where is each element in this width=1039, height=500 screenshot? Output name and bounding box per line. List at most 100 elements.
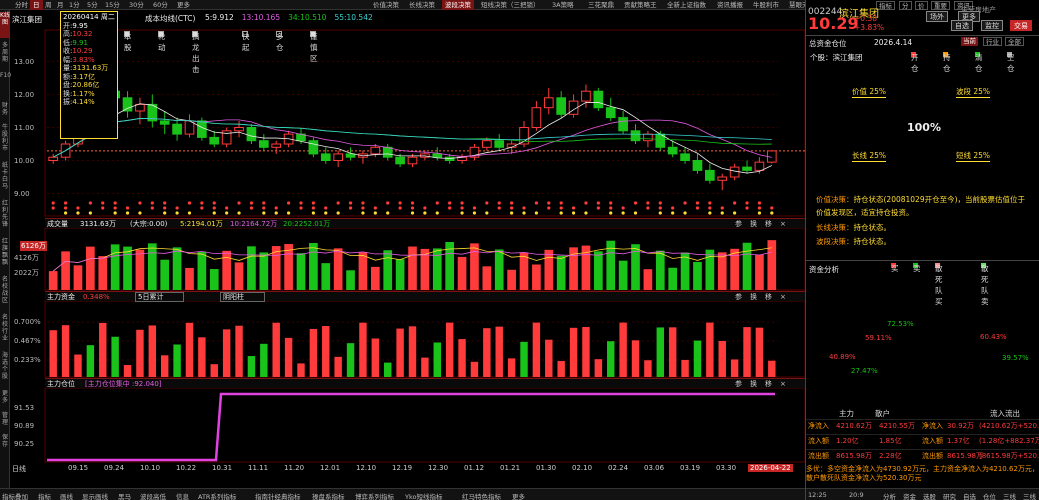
signal-dot	[361, 206, 365, 210]
status-item[interactable]: 20:9	[849, 491, 864, 499]
close-icon[interactable]: ×	[780, 293, 786, 301]
bottom-tool[interactable]: 博弈系列指标	[355, 491, 394, 500]
panel-tool[interactable]: 参	[735, 220, 742, 228]
bottom-tool[interactable]: 指标	[38, 491, 51, 500]
signal-dot	[448, 201, 452, 205]
period-tab[interactable]: 月	[54, 0, 67, 10]
ohlc-info-box: 20260414 周二 开:9.95 高:10.32 低:9.91 收:10.29 幅:3…	[60, 11, 118, 139]
bottom-tool[interactable]: 黑马	[118, 491, 131, 500]
panel-tool[interactable]: 移	[765, 220, 772, 228]
bottom-tool[interactable]: 红马特色指标	[462, 491, 501, 500]
bottom-tool[interactable]: 画线	[60, 491, 73, 500]
bottom-tool[interactable]: 指标叠加	[2, 491, 28, 500]
sidebar-item[interactable]: 财务	[0, 102, 10, 120]
date-label: 10.31	[212, 464, 233, 472]
period-tab[interactable]: 周	[42, 0, 55, 10]
candle-body	[258, 140, 269, 148]
bottom-tool[interactable]: 信息	[176, 491, 189, 500]
quote-button[interactable]: 监控	[981, 20, 1003, 31]
period-tab[interactable]: 分时	[12, 0, 31, 10]
sidebar-item[interactable]: 海选个股	[0, 352, 10, 386]
bottom-tool[interactable]: 波段高低	[140, 491, 166, 500]
panel-tool[interactable]: 换	[750, 380, 757, 388]
period-tab[interactable]: 1分	[66, 0, 83, 10]
indicator-name[interactable]: 成本均线(CTC)	[145, 13, 195, 24]
period-tab[interactable]: 日	[30, 0, 43, 10]
position-tab[interactable]: 当前	[961, 37, 978, 46]
fund-period-select[interactable]: 5日累计	[135, 292, 185, 302]
strategy-tab[interactable]: 短线决策（三把锁）	[478, 0, 543, 10]
panel-tool[interactable]: 移	[765, 293, 772, 301]
sidebar-item[interactable]: 管理	[0, 412, 10, 430]
status-item[interactable]: 仓位	[983, 491, 996, 500]
period-tab[interactable]: 更多	[174, 0, 193, 10]
axis-label: 90.25	[14, 440, 35, 448]
fund-bar	[607, 341, 615, 377]
axis-label: 0.233%	[14, 356, 41, 364]
sidebar-item[interactable]: 多周期	[0, 42, 10, 68]
bottom-tool[interactable]: 显示画线	[82, 491, 108, 500]
sidebar-item[interactable]: 红旗飘飘	[0, 238, 10, 272]
bottom-tool[interactable]: 指南针经典指标	[255, 491, 301, 500]
signal-dot	[658, 201, 662, 205]
status-item[interactable]: 分析	[883, 491, 896, 500]
info-key: 换:	[63, 89, 73, 98]
volume-tools[interactable]: 参换移 ×	[735, 219, 786, 229]
panel-tool[interactable]: 换	[750, 293, 757, 301]
period-tab[interactable]: 15分	[102, 0, 123, 10]
strategy-tab[interactable]: 3A策略	[549, 0, 577, 10]
sidebar-item[interactable]: 保存	[0, 434, 10, 452]
strategy-tab[interactable]: 牛股利市	[750, 0, 782, 10]
quote-tab[interactable]: 价	[915, 1, 928, 10]
status-item[interactable]: 资金	[903, 491, 916, 500]
period-tab[interactable]: 5分	[84, 0, 101, 10]
status-item[interactable]: 自选	[963, 491, 976, 500]
status-item[interactable]: 研究	[943, 491, 956, 500]
bottom-tool[interactable]: 更多	[512, 491, 525, 500]
period-tab[interactable]: 60分	[150, 0, 171, 10]
position-tools[interactable]: 参换移 ×	[735, 379, 786, 389]
status-item[interactable]: 三线	[1003, 491, 1016, 500]
panel-tool[interactable]: 参	[735, 293, 742, 301]
sidebar-item[interactable]: 更多	[0, 390, 10, 408]
position-tab[interactable]: 行业	[983, 37, 1002, 46]
status-item[interactable]: 三线盘	[1023, 491, 1039, 500]
sidebar-item[interactable]: 纸卡白马	[0, 162, 10, 196]
strategy-tab[interactable]: 全新上证指数	[664, 0, 709, 10]
strategy-tab[interactable]: 贡献策略王	[621, 0, 660, 10]
sidebar-item[interactable]: 红利先锋	[0, 200, 10, 234]
signal-dot	[510, 206, 514, 210]
fund-style-select[interactable]: 阴阳柱	[220, 292, 265, 302]
bottom-tool[interactable]: Yko短线指标	[405, 491, 442, 500]
fund-tools[interactable]: 参换移 ×	[735, 292, 786, 302]
panel-tool[interactable]: 移	[765, 380, 772, 388]
quote-button[interactable]: 交易	[1010, 20, 1032, 31]
quote-button[interactable]: 场外	[926, 11, 948, 22]
sidebar-item[interactable]: K线图	[0, 12, 10, 38]
strategy-tab[interactable]: 三花聚鼎	[585, 0, 617, 10]
panel-tool[interactable]: 参	[735, 380, 742, 388]
strategy-tab[interactable]: 波段决策	[442, 0, 474, 10]
quote-button[interactable]: 自选	[951, 20, 973, 31]
quote-tab[interactable]: 分	[899, 1, 912, 10]
sidebar-item[interactable]: 名校战区	[0, 276, 10, 310]
panel-tool[interactable]: 换	[750, 220, 757, 228]
strategy-tab[interactable]: 价值决策	[370, 0, 402, 10]
info-key: 振:	[63, 98, 73, 106]
period-tab[interactable]: 30分	[126, 0, 147, 10]
info-key: 收:	[63, 47, 73, 55]
bottom-tool[interactable]: ATR系列指标	[198, 491, 236, 500]
close-icon[interactable]: ×	[780, 220, 786, 228]
position-tab[interactable]: 全部	[1005, 37, 1024, 46]
sidebar-item[interactable]: F10	[0, 72, 11, 98]
strategy-tab[interactable]: 长线决策	[406, 0, 438, 10]
strategy-tab[interactable]: 资讯播报	[714, 0, 746, 10]
legend-label: 散死队卖	[981, 264, 989, 306]
sidebar-item[interactable]: 牛股利市	[0, 124, 10, 158]
quote-tab[interactable]: 重要	[931, 1, 950, 10]
close-icon[interactable]: ×	[780, 380, 786, 388]
bottom-tool[interactable]: 操盘系指标	[312, 491, 345, 500]
status-item[interactable]: 12:25	[808, 491, 827, 499]
sidebar-item[interactable]: 名校行业	[0, 314, 10, 348]
status-item[interactable]: 选股	[923, 491, 936, 500]
